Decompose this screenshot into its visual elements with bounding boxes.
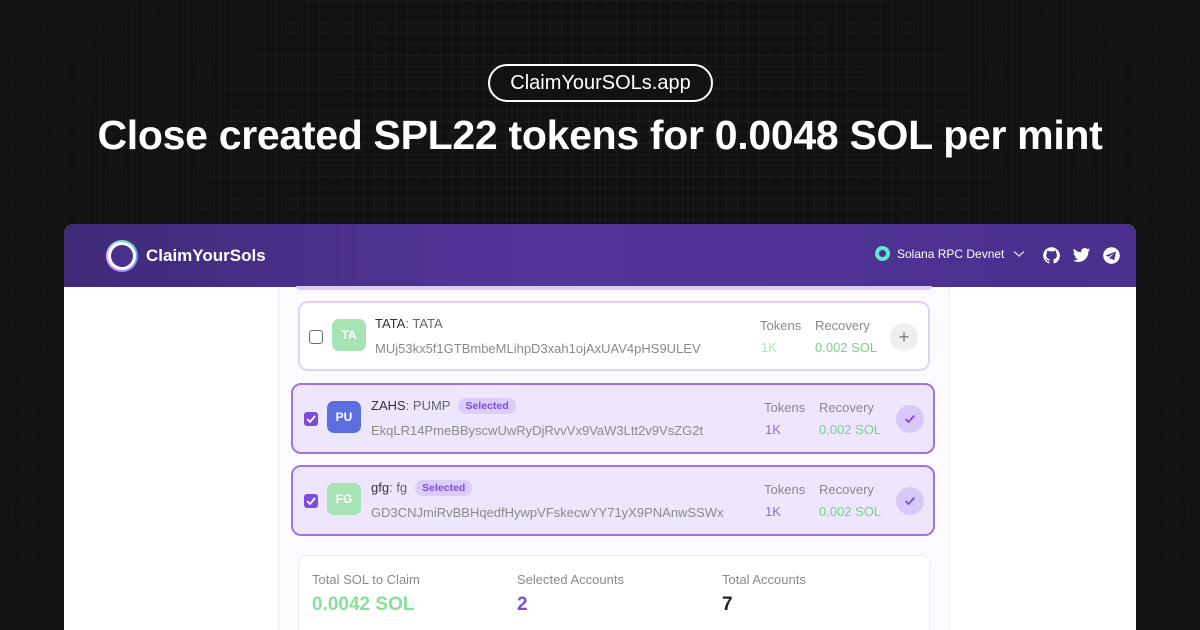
tokens-column-label: Tokens: [764, 400, 806, 415]
tokens-value: 1K: [765, 504, 781, 519]
selected-badge: Selected: [458, 398, 516, 414]
checkmark-icon: [306, 497, 316, 505]
tokens-column-label: Tokens: [764, 482, 806, 497]
token-row[interactable]: PU ZAHS: PUMP Selected EkqLR14PmeBByscwUw…: [291, 383, 935, 454]
total-accounts-label: Total Accounts: [722, 572, 806, 587]
telegram-icon[interactable]: [1102, 246, 1121, 265]
scroll-edge: [296, 286, 932, 290]
token-name: TATA: TATA: [375, 316, 443, 331]
recovery-column-label: Recovery: [819, 482, 874, 497]
token-name: gfg: fg Selected: [371, 480, 473, 496]
add-icon[interactable]: +: [890, 323, 918, 351]
token-avatar: TA: [332, 319, 366, 351]
token-mint-address: EkqLR14PmeBByscwUwRyDjRvvVx9VaW3Ltt2v9Vs…: [371, 423, 704, 438]
tokens-value: 1K: [765, 422, 781, 437]
tokens-column-label: Tokens: [760, 318, 802, 333]
token-avatar: FG: [327, 483, 361, 515]
total-accounts-value: 7: [722, 594, 733, 615]
rpc-selector[interactable]: Solana RPC Devnet: [875, 246, 1025, 261]
selected-accounts-value: 2: [517, 594, 528, 615]
recovery-value: 0.002 SOL: [815, 340, 878, 355]
github-icon[interactable]: [1042, 246, 1061, 265]
token-mint-address: GD3CNJmiRvBBHqedfHywpVFskecwYY71yX9PNAnw…: [371, 505, 724, 520]
app-header: ClaimYourSols Solana RPC Devnet: [64, 224, 1136, 287]
site-url-pill: ClaimYourSOLs.app: [488, 64, 713, 102]
checkmark-icon: [306, 415, 316, 423]
token-row[interactable]: TA TATA: TATA MUj53kx5f1GTBmbeMLihpD3xah…: [298, 301, 930, 371]
tokens-value: 1K: [761, 340, 777, 355]
total-sol-label: Total SOL to Claim: [312, 572, 420, 587]
recovery-value: 0.002 SOL: [819, 422, 882, 437]
promo-headline: Close created SPL22 tokens for 0.0048 SO…: [97, 112, 1103, 158]
check-icon[interactable]: [896, 487, 924, 515]
recovery-column-label: Recovery: [815, 318, 870, 333]
chevron-down-icon: [1013, 250, 1025, 257]
row-checkbox[interactable]: [304, 412, 318, 426]
total-sol-value: 0.0042 SOL: [312, 594, 415, 615]
row-checkbox[interactable]: [304, 494, 318, 508]
token-avatar: PU: [327, 401, 361, 433]
logo-icon[interactable]: [106, 240, 138, 272]
recovery-column-label: Recovery: [819, 400, 874, 415]
claim-summary: Total SOL to Claim 0.0042 SOL Selected A…: [298, 555, 930, 630]
rpc-label: Solana RPC Devnet: [897, 246, 1005, 261]
network-status-icon: [875, 246, 890, 261]
brand-name[interactable]: ClaimYourSols: [146, 246, 266, 266]
selected-badge: Selected: [415, 480, 473, 496]
twitter-icon[interactable]: [1072, 246, 1091, 265]
check-icon[interactable]: [896, 405, 924, 433]
row-checkbox[interactable]: [309, 330, 323, 344]
token-row[interactable]: FG gfg: fg Selected GD3CNJmiRvBBHqedfHywp…: [291, 465, 935, 536]
selected-accounts-label: Selected Accounts: [517, 572, 624, 587]
recovery-value: 0.002 SOL: [819, 504, 882, 519]
app-window: ClaimYourSols Solana RPC Devnet TA TATA:…: [64, 224, 1136, 630]
token-mint-address: MUj53kx5f1GTBmbeMLihpD3xah1ojAxUAV4pHS9U…: [375, 341, 701, 356]
token-name: ZAHS: PUMP Selected: [371, 398, 516, 414]
